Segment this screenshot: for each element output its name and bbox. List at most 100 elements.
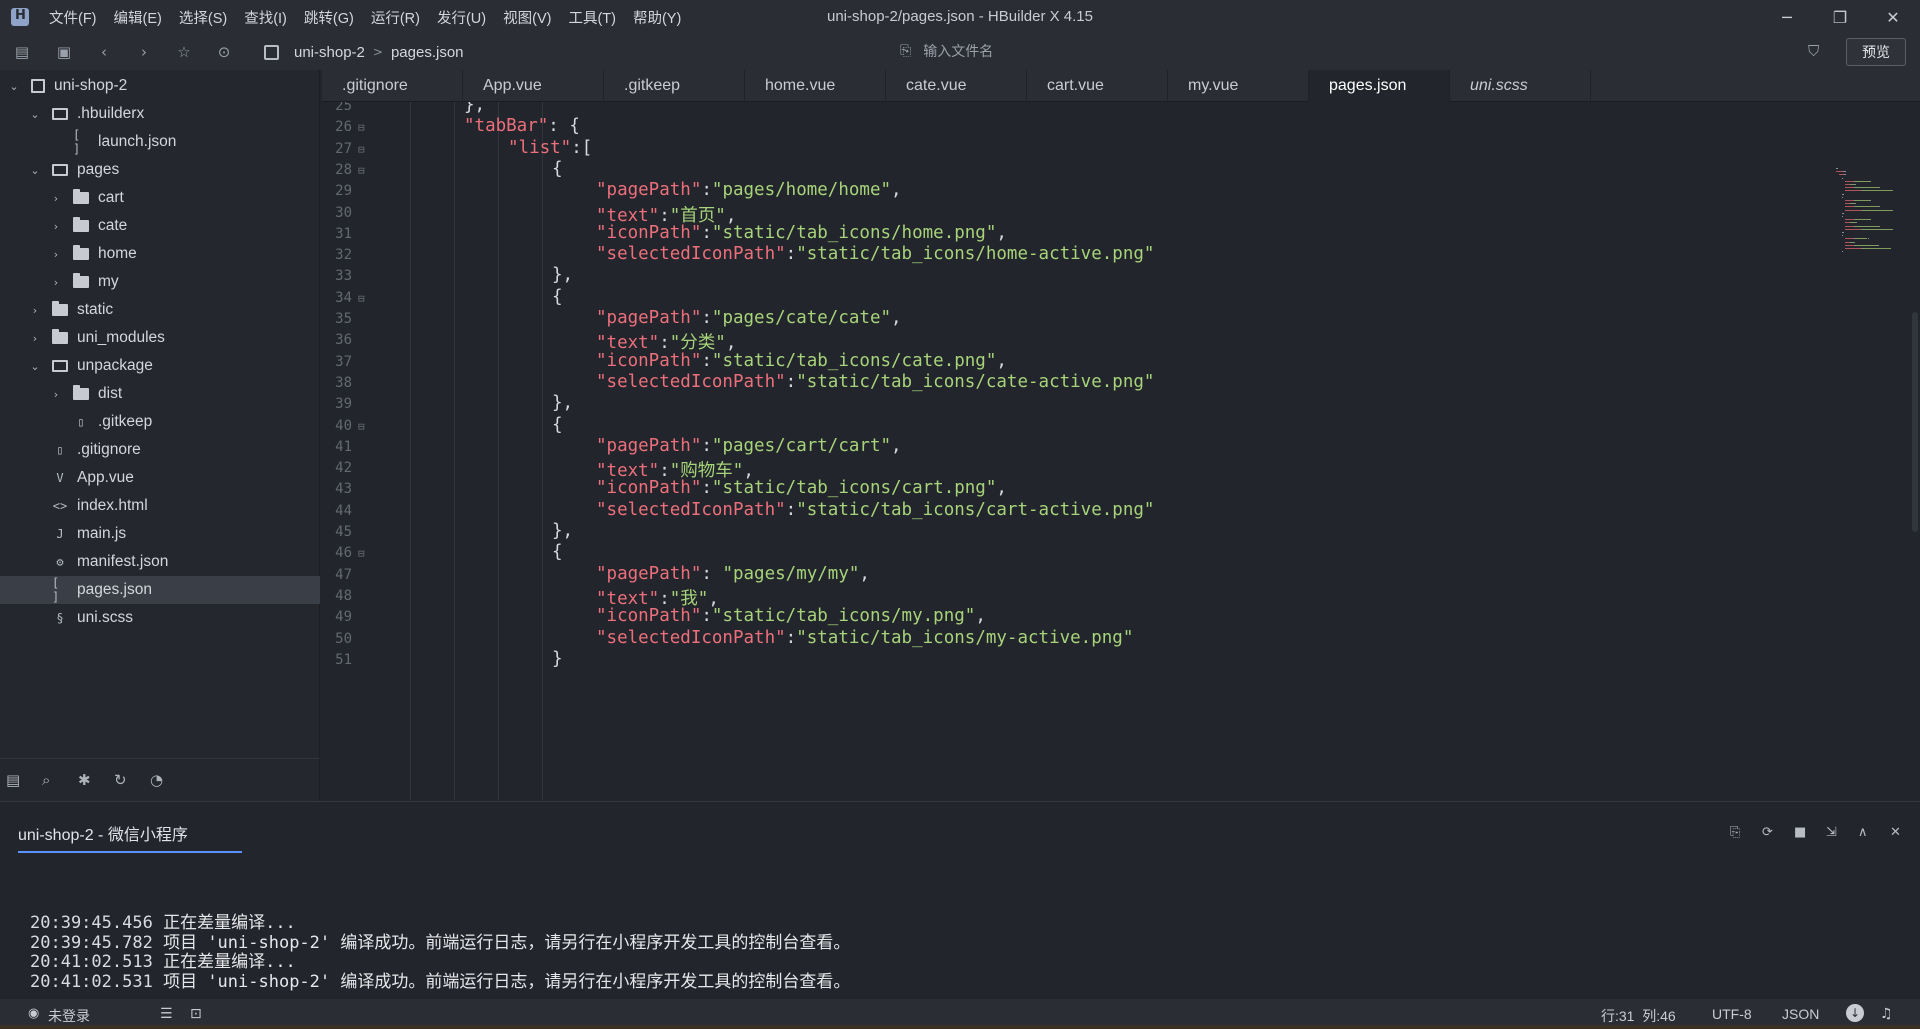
cursor-position[interactable]: 行:31 列:46	[1601, 1006, 1676, 1026]
chevron-right-icon[interactable]: ›	[49, 220, 63, 233]
menu-item[interactable]: 帮助(Y)	[633, 7, 681, 28]
chevron-down-icon[interactable]: ⌄	[28, 164, 42, 177]
fold-toggle-icon[interactable]: ⊟	[358, 143, 365, 156]
tree-item[interactable]: Jmain.js	[0, 520, 320, 548]
file-search-input[interactable]: ⎘ 输入文件名	[900, 41, 993, 61]
chevron-down-icon[interactable]: ⌄	[7, 80, 21, 93]
editor-tab[interactable]: cate.vue	[886, 70, 1027, 102]
tree-item[interactable]: ⚙ manifest.json	[0, 548, 320, 576]
chevron-right-icon[interactable]: ›	[28, 304, 42, 317]
minimap-mark	[1845, 225, 1854, 227]
terminal-icon[interactable]: ⊡	[190, 1006, 202, 1022]
tree-item[interactable]: › cate	[0, 212, 320, 240]
menu-item[interactable]: 选择(S)	[179, 7, 227, 28]
login-status[interactable]: 未登录	[48, 1006, 90, 1026]
menu-item[interactable]: 跳转(G)	[304, 7, 354, 28]
forward-icon[interactable]: ›	[124, 34, 164, 70]
chevron-right-icon[interactable]: ›	[28, 332, 42, 345]
menu-item[interactable]: 发行(U)	[437, 7, 486, 28]
editor-tab[interactable]: .gitkeep	[604, 70, 745, 102]
open-log-icon[interactable]: ⎘	[1730, 825, 1762, 840]
minimap-mark	[1845, 209, 1862, 211]
close-button[interactable]: ✕	[1873, 4, 1913, 30]
tree-item[interactable]: › home	[0, 240, 320, 268]
list-icon[interactable]: ☰	[160, 1006, 173, 1022]
minimize-button[interactable]: ─	[1767, 4, 1807, 30]
back-icon[interactable]: ‹	[84, 34, 124, 70]
palette-icon[interactable]: ◔	[150, 771, 186, 789]
tree-item[interactable]: ⌄ uni-shop-2	[0, 72, 320, 100]
breadcrumb-project[interactable]: uni-shop-2	[294, 44, 365, 61]
tree-item[interactable]: <> index.html	[0, 492, 320, 520]
tree-item[interactable]: › uni_modules	[0, 324, 320, 352]
chevron-down-icon[interactable]: ⌄	[28, 360, 42, 373]
tree-item[interactable]: [ ] launch.json	[0, 128, 320, 156]
tree-item[interactable]: ⌄ .hbuilderx	[0, 100, 320, 128]
fold-toggle-icon[interactable]: ⊟	[358, 547, 365, 560]
editor-tab[interactable]: .gitignore	[322, 70, 463, 102]
log-message: 项目 'uni-shop-2' 编译成功。前端运行日志，请另行在小程序开发工具的…	[163, 971, 851, 992]
fold-toggle-icon[interactable]: ⊟	[358, 292, 365, 305]
minimap-mark	[1845, 200, 1854, 201]
export-icon[interactable]: ⇲	[1826, 825, 1858, 840]
fold-toggle-icon[interactable]: ⊟	[358, 164, 365, 177]
chevron-right-icon[interactable]: ›	[49, 388, 63, 401]
restart-icon[interactable]: ⟳	[1762, 825, 1794, 840]
vertical-scrollbar[interactable]	[1912, 312, 1918, 532]
binoculars-icon[interactable]: ⌕	[42, 771, 78, 789]
save-icon[interactable]: ▣	[44, 34, 84, 70]
preview-button[interactable]: 预览	[1846, 38, 1906, 66]
code-token: },	[464, 102, 486, 115]
tree-item[interactable]: V App.vue	[0, 464, 320, 492]
editor-tab[interactable]: home.vue	[745, 70, 886, 102]
notification-bell-icon[interactable]: ♫	[1880, 1006, 1893, 1022]
project-manager-icon[interactable]: ▤	[6, 771, 42, 789]
encoding[interactable]: UTF-8	[1712, 1006, 1752, 1022]
chevron-right-icon[interactable]: ›	[49, 248, 63, 261]
new-file-icon[interactable]: ▤	[0, 34, 44, 70]
filter-icon[interactable]: ⛉	[1808, 42, 1819, 60]
menu-item[interactable]: 工具(T)	[568, 7, 616, 28]
close-console-icon[interactable]: ✕	[1890, 825, 1920, 840]
tree-item[interactable]: ▯ .gitkeep	[0, 408, 320, 436]
tree-item[interactable]: › static	[0, 296, 320, 324]
editor-tab[interactable]: pages.json	[1309, 70, 1450, 102]
chevron-down-icon[interactable]: ⌄	[28, 108, 42, 121]
chevron-right-icon[interactable]: ›	[49, 276, 63, 289]
editor-tab[interactable]: my.vue	[1168, 70, 1309, 102]
chevron-right-icon[interactable]: ›	[49, 192, 63, 205]
console-tab[interactable]: uni-shop-2 - 微信小程序	[18, 821, 242, 853]
menu-item[interactable]: 编辑(E)	[114, 7, 162, 28]
tree-item[interactable]: ⌄ unpackage	[0, 352, 320, 380]
tree-item[interactable]: [ ] pages.json	[0, 576, 320, 604]
menu-item[interactable]: 文件(F)	[49, 7, 97, 28]
breadcrumb-file[interactable]: pages.json	[391, 44, 464, 61]
tree-item[interactable]: § uni.scss	[0, 604, 320, 632]
code-editor[interactable]: 25 26 ⊟ 27 ⊟ 28 ⊟ 29 30 31 32 33 34 ⊟ 35 36 37 38 39 40 ⊟ 41 4…	[322, 102, 1920, 800]
stop-icon[interactable]: ■	[1794, 825, 1826, 840]
tree-item[interactable]: › dist	[0, 380, 320, 408]
maximize-console-icon[interactable]: ∧	[1858, 825, 1890, 840]
fold-toggle-icon[interactable]: ⊟	[358, 121, 365, 134]
tree-item[interactable]: › cart	[0, 184, 320, 212]
restore-button[interactable]: ❐	[1820, 4, 1860, 30]
star-icon[interactable]: ☆	[164, 34, 204, 70]
editor-tab[interactable]: cart.vue	[1027, 70, 1168, 102]
code-line: "pagePath":"pages/home/home",	[596, 180, 902, 200]
tree-item[interactable]: ⌄ pages	[0, 156, 320, 184]
git-icon[interactable]: ↻	[114, 771, 150, 789]
tree-item[interactable]: › my	[0, 268, 320, 296]
tree-item[interactable]: ▯ .gitignore	[0, 436, 320, 464]
fold-toggle-icon[interactable]: ⊟	[358, 420, 365, 433]
editor-tab[interactable]: uni.scss	[1450, 70, 1591, 102]
menu-item[interactable]: 运行(R)	[371, 7, 420, 28]
run-icon[interactable]: ⊙	[204, 34, 244, 70]
download-icon[interactable]: ↓	[1846, 1004, 1864, 1022]
minimap-mark	[1855, 222, 1857, 224]
minimap[interactable]	[1812, 102, 1902, 302]
menu-item[interactable]: 查找(I)	[244, 7, 287, 28]
menu-item[interactable]: 视图(V)	[503, 7, 551, 28]
editor-tab[interactable]: App.vue	[463, 70, 604, 102]
debug-icon[interactable]: ✱	[78, 771, 114, 789]
language-mode[interactable]: JSON	[1782, 1006, 1819, 1022]
